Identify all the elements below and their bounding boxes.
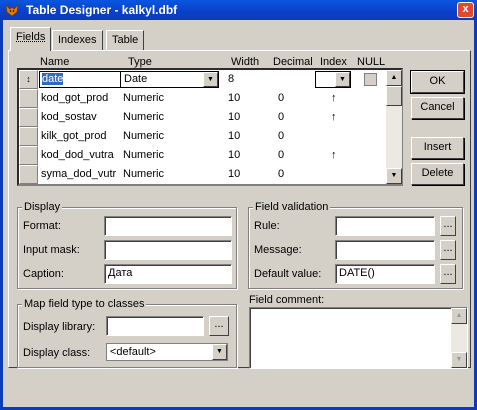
rule-builder-button[interactable]: ... [440,216,456,236]
table-row[interactable]: kod_sostav Numeric 10 0 ↑ [19,108,401,127]
scroll-up-icon[interactable]: ▲ [386,70,402,86]
tab-label: Fields [16,31,46,43]
tab-fields[interactable]: Fields [10,27,52,51]
scroll-thumb[interactable] [386,86,402,106]
message-input[interactable] [335,240,435,260]
row-selector[interactable] [19,89,38,108]
column-header-width: Width [231,56,260,68]
format-input[interactable] [104,216,232,236]
row-selector[interactable] [19,165,38,184]
display-group-title: Display [22,201,63,213]
caption-label: Caption: [23,268,64,280]
field-name-text: date [42,73,64,85]
table-row[interactable]: syma_dod_vutr Numeric 10 0 [19,165,401,184]
field-type-value: Date [124,73,148,85]
field-type[interactable]: Numeric [123,111,164,123]
field-width[interactable]: 10 [228,130,240,142]
column-header-null: NULL [357,56,386,68]
cancel-button[interactable]: Cancel [411,97,464,119]
map-field-type-title: Map field type to classes [22,298,147,310]
field-width[interactable]: 8 [228,73,234,85]
scroll-down-icon[interactable]: ▼ [386,168,402,184]
field-width[interactable]: 10 [228,149,240,161]
field-decimal[interactable]: 0 [278,168,284,180]
field-validation-title: Field validation [253,201,331,213]
input-mask-label: Input mask: [23,244,80,256]
field-type[interactable]: Numeric [123,130,164,142]
window-title: Table Designer - kalkyl.dbf [26,3,178,17]
default-value-builder-button[interactable]: ... [440,264,456,284]
field-name[interactable]: kilk_got_prod [41,130,106,142]
field-width[interactable]: 10 [228,111,240,123]
message-label: Message: [254,244,302,256]
chevron-down-icon[interactable]: ▼ [212,344,227,360]
table-row[interactable]: kod_got_prod Numeric 10 0 ↑ [19,89,401,108]
display-library-input[interactable] [106,316,204,336]
column-header-decimal: Decimal [273,56,313,68]
display-library-browse-button[interactable]: ... [209,316,229,336]
tab-label: Table [112,34,139,46]
close-button[interactable]: x [457,2,474,18]
chevron-down-icon[interactable]: ▼ [203,72,218,87]
index-arrow-icon[interactable]: ↑ [331,111,337,123]
row-selector[interactable] [19,146,38,165]
field-comment-label: Field comment: [249,294,325,306]
field-type[interactable]: Numeric [123,92,164,104]
column-header-name: Name [40,56,70,68]
field-decimal[interactable]: 0 [278,111,284,123]
field-name[interactable]: kod_got_prod [41,92,108,104]
column-header-type: Type [128,56,152,68]
insert-button[interactable]: Insert [411,137,464,159]
default-value-input[interactable]: DATE() [335,264,435,284]
table-row[interactable]: kilk_got_prod Numeric 10 0 [19,127,401,146]
table-row[interactable]: kod_dod_vutra Numeric 10 0 ↑ [19,146,401,165]
field-type-select[interactable]: Date ▼ [120,71,219,88]
ok-button[interactable]: OK [410,70,465,94]
field-type[interactable]: Numeric [123,149,164,161]
field-name[interactable]: syma_dod_vutr [41,168,116,180]
default-value-label: Default value: [254,268,322,280]
field-type[interactable]: Numeric [123,168,164,180]
table-row[interactable]: ↕ date Date ▼ 8 ▼ [19,70,401,89]
tab-indexes[interactable]: Indexes [52,30,103,50]
field-comment-textarea[interactable]: ▲ ▼ [249,307,468,369]
rule-input[interactable] [335,216,435,236]
caption-input[interactable]: Дата [104,264,232,284]
row-selector[interactable]: ↕ [19,70,38,89]
index-arrow-icon[interactable]: ↑ [331,149,337,161]
field-name[interactable]: kod_sostav [41,111,97,123]
message-builder-button[interactable]: ... [440,240,456,260]
display-library-label: Display library: [23,321,96,333]
rule-label: Rule: [254,220,280,232]
fields-grid[interactable]: ↕ date Date ▼ 8 ▼ kod_got_prod Numeric 1… [17,68,403,186]
display-class-label: Display class: [23,347,91,359]
title-bar[interactable]: Table Designer - kalkyl.dbf x [0,0,477,20]
delete-button[interactable]: Delete [411,163,464,185]
field-width[interactable]: 10 [228,92,240,104]
tab-table[interactable]: Table [106,30,145,50]
display-class-value: <default> [110,346,156,358]
null-checkbox[interactable] [364,73,377,86]
row-selector[interactable] [19,127,38,146]
field-index-select[interactable]: ▼ [315,71,351,88]
comment-scrollbar[interactable]: ▲ ▼ [451,308,467,368]
input-mask-input[interactable] [104,240,232,260]
format-label: Format: [23,220,61,232]
display-class-select[interactable]: <default> ▼ [106,343,228,361]
field-decimal[interactable]: 0 [278,130,284,142]
column-header-index: Index [320,56,347,68]
grid-scrollbar[interactable]: ▲ ▼ [386,70,402,184]
field-decimal[interactable]: 0 [278,92,284,104]
field-width[interactable]: 10 [228,168,240,180]
chevron-down-icon[interactable]: ▼ [335,72,350,87]
scroll-up-icon[interactable]: ▲ [451,308,467,324]
row-selector[interactable] [19,108,38,127]
field-decimal[interactable]: 0 [278,149,284,161]
tab-label: Indexes [58,34,97,46]
scroll-down-icon[interactable]: ▼ [451,352,467,368]
field-name[interactable]: kod_dod_vutra [41,149,114,161]
fox-icon [5,3,19,17]
index-arrow-icon[interactable]: ↑ [331,92,337,104]
